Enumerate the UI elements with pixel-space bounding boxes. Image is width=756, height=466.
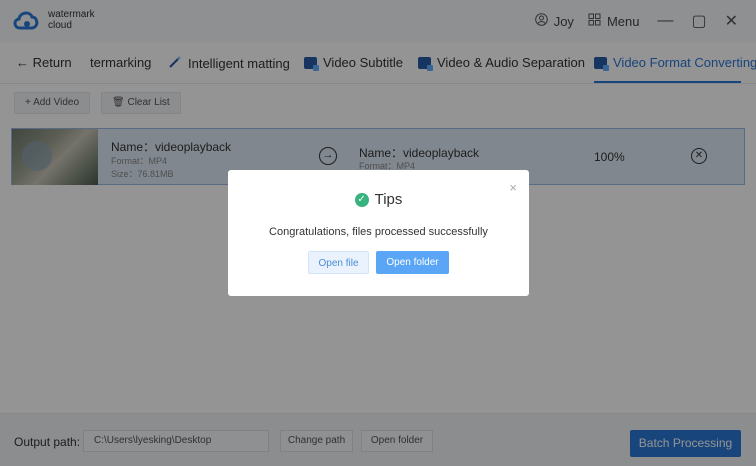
dialog-title-text: Tips: [374, 191, 403, 208]
open-file-button[interactable]: Open file: [308, 251, 369, 274]
tips-dialog: × ✓ Tips Congratulations, files processe…: [228, 170, 529, 296]
dialog-message: Congratulations, files processed success…: [269, 226, 488, 238]
dialog-title: ✓ Tips: [228, 191, 529, 208]
success-check-icon: ✓: [354, 192, 369, 207]
open-folder-button[interactable]: Open folder: [376, 251, 449, 274]
